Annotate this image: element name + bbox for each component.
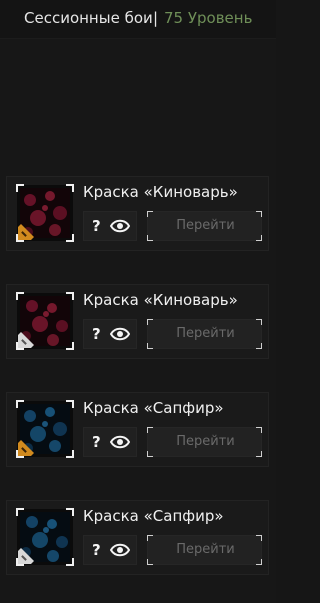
eye-icon [110,219,130,233]
goto-button[interactable]: Перейти [147,427,262,457]
reward-item-card: Краска «Киноварь» ? Перейти [6,176,269,251]
reward-item-card: Краска «Киноварь» ? Перейти [6,284,269,359]
frame-corner [16,342,24,350]
button-corner [147,451,153,457]
session-battles-panel: Сессионные бои | 75 Уровень Краска «Кино… [0,0,276,603]
header-title: Сессионные бои [24,9,153,27]
button-corner [256,535,262,541]
frame-corner [66,184,74,192]
button-corner [256,559,262,565]
question-icon: ? [92,541,101,559]
goto-button-label: Перейти [176,326,235,341]
button-corner [147,211,153,217]
button-corner [147,235,153,241]
item-thumbnail[interactable] [16,292,74,350]
item-info-button[interactable]: ? [83,319,137,349]
frame-corner [66,400,74,408]
goto-button[interactable]: Перейти [147,319,262,349]
item-info-button[interactable]: ? [83,427,137,457]
frame-corner [16,400,24,408]
button-corner [147,343,153,349]
button-corner [147,427,153,433]
panel-header: Сессионные бои | 75 Уровень [0,0,276,39]
frame-corner [16,558,24,566]
button-corner [256,427,262,433]
item-info-button[interactable]: ? [83,211,137,241]
item-thumbnail[interactable] [16,508,74,566]
goto-button-label: Перейти [176,434,235,449]
button-corner [256,319,262,325]
frame-corner [16,184,24,192]
goto-button-label: Перейти [176,542,235,557]
item-title: Краска «Сапфир» [83,399,224,417]
frame-corner [16,234,24,242]
frame-corner [66,234,74,242]
frame-corner [16,450,24,458]
frame-corner [66,450,74,458]
button-corner [256,451,262,457]
reward-item-card: Краска «Сапфир» ? Перейти [6,500,269,575]
frame-corner [16,292,24,300]
button-corner [256,235,262,241]
header-level: 75 Уровень [164,9,253,27]
goto-button[interactable]: Перейти [147,535,262,565]
header-separator: | [153,9,159,27]
button-corner [147,559,153,565]
eye-icon [110,543,130,557]
frame-corner [66,342,74,350]
question-icon: ? [92,433,101,451]
goto-button-label: Перейти [176,218,235,233]
item-title: Краска «Сапфир» [83,507,224,525]
frame-corner [66,558,74,566]
item-info-button[interactable]: ? [83,535,137,565]
reward-item-card: Краска «Сапфир» ? Перейти [6,392,269,467]
item-thumbnail[interactable] [16,400,74,458]
question-icon: ? [92,217,101,235]
frame-corner [16,508,24,516]
item-title: Краска «Киноварь» [83,183,238,201]
frame-corner [66,508,74,516]
button-corner [256,343,262,349]
question-icon: ? [92,325,101,343]
button-corner [147,319,153,325]
button-corner [147,535,153,541]
frame-corner [66,292,74,300]
eye-icon [110,327,130,341]
item-thumbnail[interactable] [16,184,74,242]
goto-button[interactable]: Перейти [147,211,262,241]
button-corner [256,211,262,217]
item-title: Краска «Киноварь» [83,291,238,309]
eye-icon [110,435,130,449]
